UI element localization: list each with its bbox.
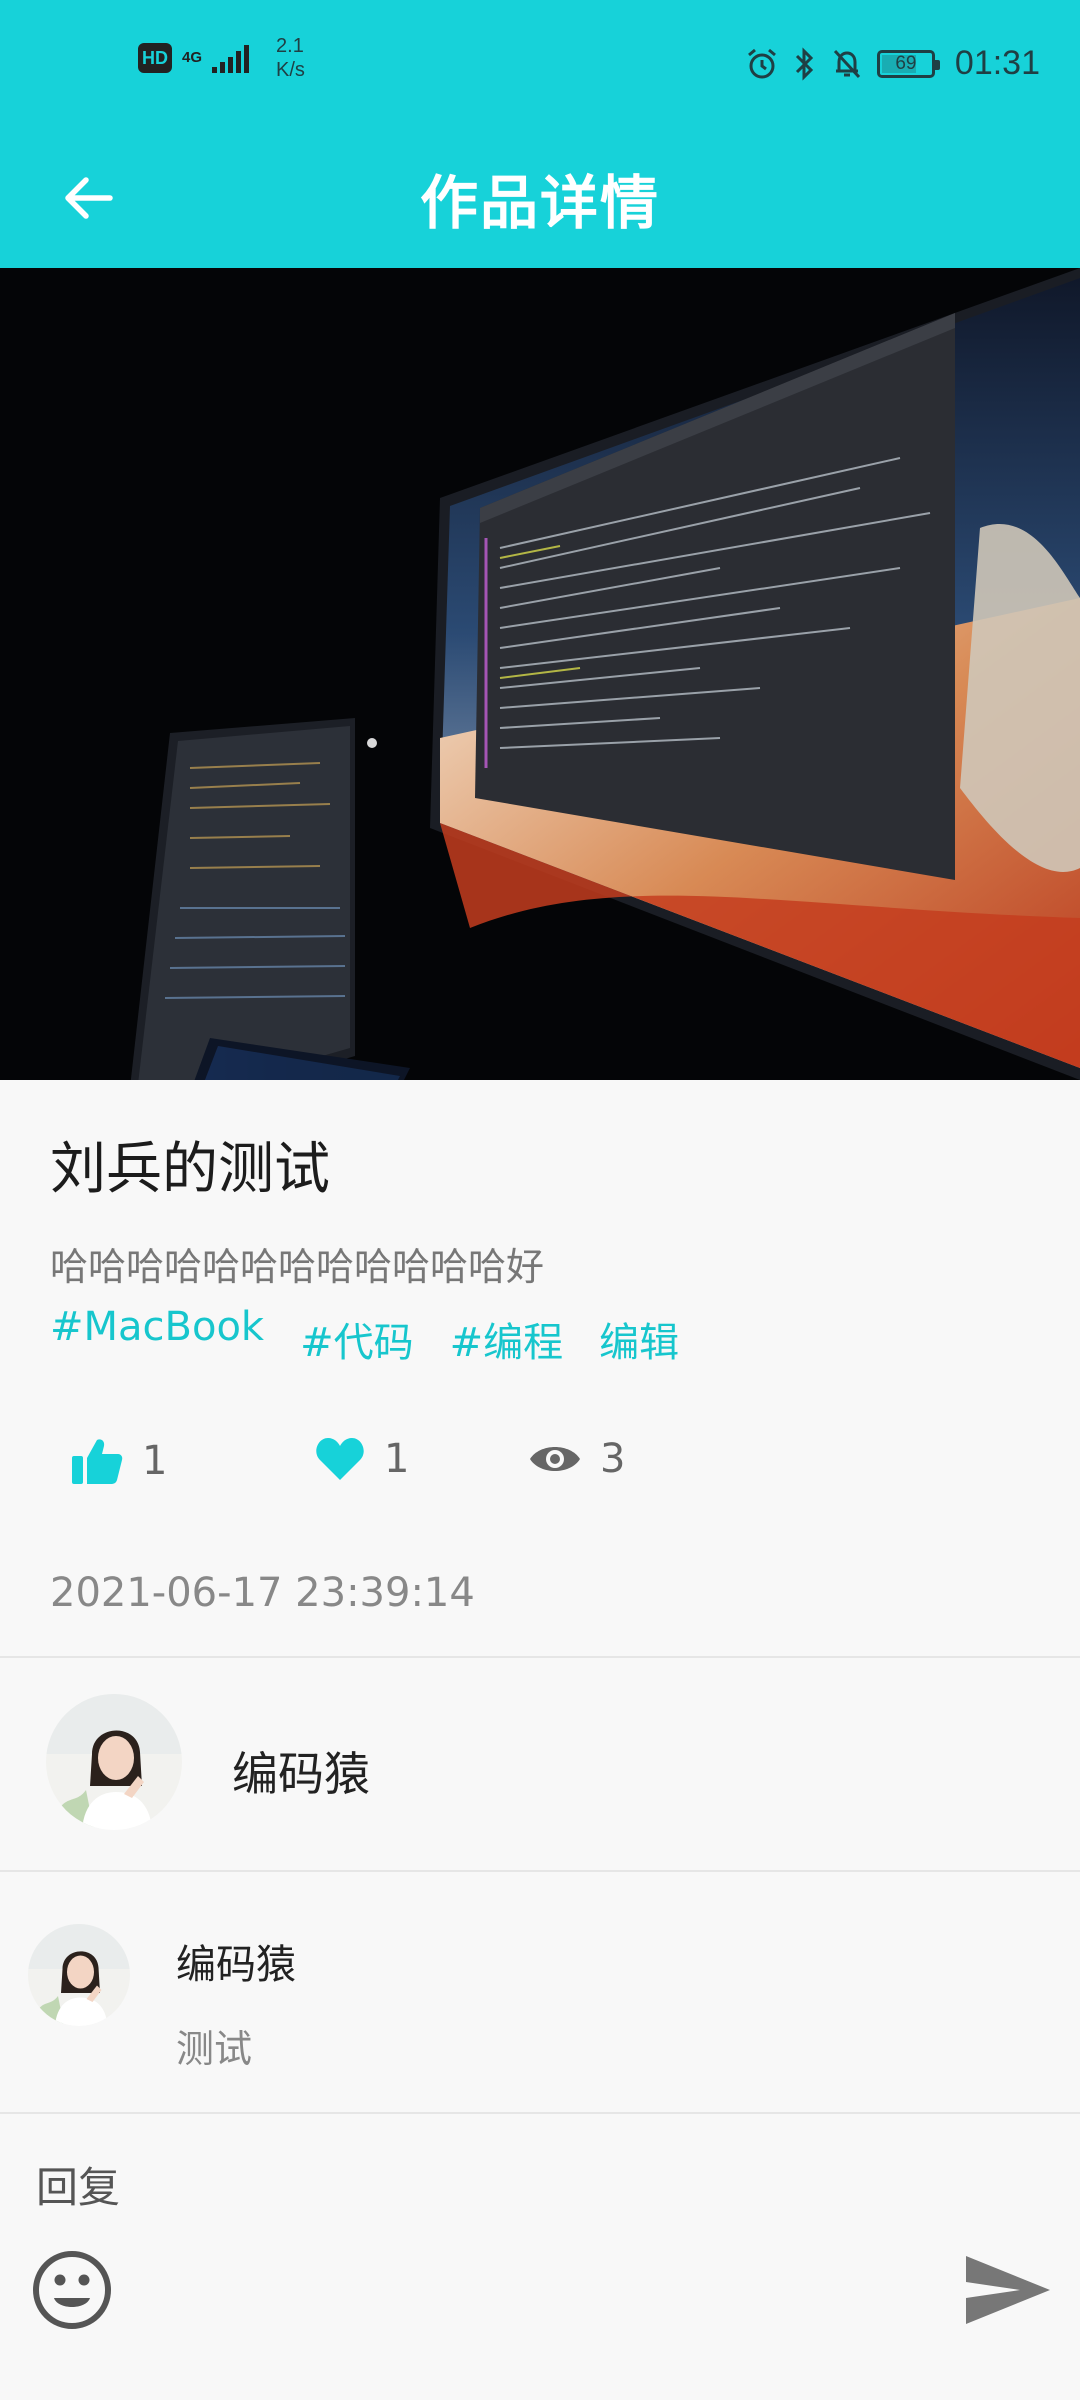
heart-icon (316, 1438, 364, 1480)
speed-value: 2.1 (276, 35, 304, 57)
app-bar: 作品详情 (0, 132, 1080, 268)
thumbs-up-icon (72, 1439, 123, 1484)
reply-label: 回复 (36, 2163, 121, 2212)
tag-macbook[interactable]: #MacBook (50, 1304, 264, 1368)
smiley-icon (33, 2251, 111, 2329)
like-button[interactable]: 1 (70, 1436, 167, 1486)
battery-icon: 69 (876, 49, 940, 78)
page-title: 作品详情 (419, 169, 660, 237)
alarm-icon (747, 48, 776, 78)
post-date: 2021-06-17 23:39:14 (50, 1570, 475, 1616)
top-bar: HD 4G 2.1 K/s 69 01:31 作品详情 (0, 0, 1080, 268)
bluetooth-icon (795, 46, 814, 81)
view-count: 3 (600, 1436, 626, 1482)
tag-code[interactable]: #代码 (300, 1310, 414, 1368)
favorite-count: 1 (384, 1436, 410, 1482)
avatar-image (28, 1924, 130, 2026)
comment-author-name: 编码猿 (176, 1942, 296, 1988)
edit-link[interactable]: 编辑 (599, 1310, 679, 1368)
send-button[interactable] (962, 2248, 1054, 2332)
emoji-button[interactable] (30, 2248, 114, 2332)
status-left: HD 4G 2.1 K/s (138, 34, 305, 82)
post-stats: 1 1 3 (70, 1436, 670, 1506)
divider (0, 1656, 1080, 1658)
comment-avatar[interactable] (28, 1924, 130, 2026)
eye-icon (530, 1447, 580, 1471)
hd-badge: HD (138, 43, 172, 73)
post-description: 哈哈哈哈哈哈哈哈哈哈哈哈好 (50, 1245, 545, 1289)
like-count: 1 (142, 1438, 168, 1484)
clock: 01:31 (954, 44, 1040, 82)
signal-icon (212, 45, 250, 73)
desk-setup-illustration (0, 268, 1080, 1080)
comment-text: 测试 (176, 2027, 253, 2071)
avatar-image (46, 1694, 182, 1830)
network-speed: 2.1 K/s (276, 34, 305, 82)
status-bar: HD 4G 2.1 K/s 69 01:31 (0, 0, 1080, 132)
network-type: 4G (182, 49, 203, 66)
divider (0, 1870, 1080, 1872)
divider (0, 2112, 1080, 2114)
favorite-button[interactable]: 1 (314, 1436, 409, 1482)
tag-programming[interactable]: #编程 (450, 1310, 564, 1368)
author-name[interactable]: 编码猿 (232, 1738, 370, 1804)
post-title: 刘兵的测试 (50, 1137, 330, 1202)
post-image[interactable] (0, 268, 1080, 1080)
send-icon (966, 2256, 1050, 2324)
status-right: 69 01:31 (745, 44, 1040, 83)
mute-icon (833, 49, 861, 78)
author-avatar[interactable] (46, 1694, 182, 1830)
speed-unit: K/s (276, 59, 305, 81)
views-stat: 3 (528, 1436, 625, 1482)
battery-level: 69 (895, 52, 917, 74)
reply-input[interactable] (140, 2246, 930, 2336)
tag-list: #MacBook #代码 #编程 编辑 (50, 1304, 679, 1368)
